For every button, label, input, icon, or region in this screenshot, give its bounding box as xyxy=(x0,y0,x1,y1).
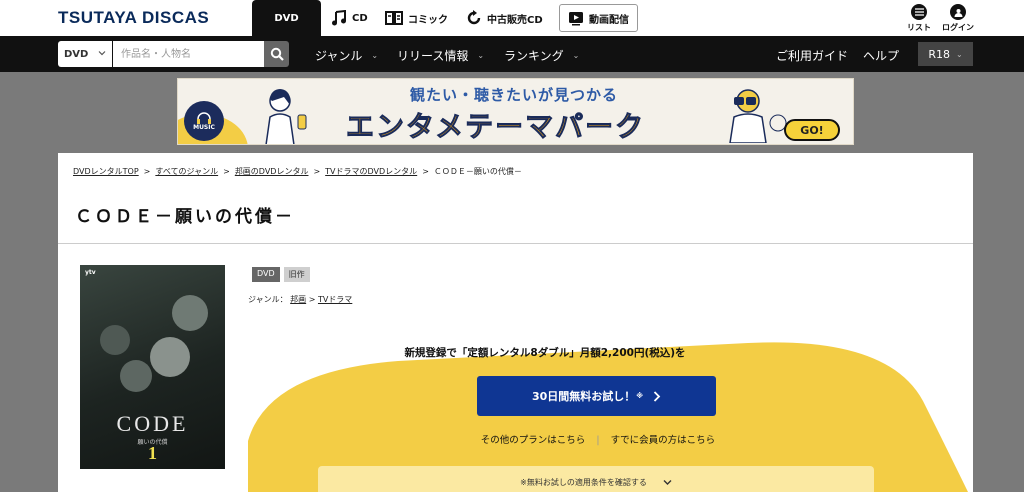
nav-guide-label: ご利用ガイド xyxy=(776,49,849,63)
tab-cd-label: CD xyxy=(352,12,368,24)
breadcrumb-current: ＣＯＤＥ－願いの代償－ xyxy=(433,167,522,176)
page-title: ＣＯＤＥ－願いの代償－ xyxy=(75,207,295,227)
cover-figure xyxy=(100,325,130,355)
breadcrumb-separator: > xyxy=(313,167,321,176)
breadcrumb-tv-drama[interactable]: TVドラマのDVDレンタル xyxy=(325,166,417,177)
headphones-icon xyxy=(197,111,211,124)
other-plans-link[interactable]: その他のプランはこちら xyxy=(481,435,586,446)
list-button[interactable]: リスト xyxy=(901,4,937,33)
breadcrumb-separator: > xyxy=(422,167,429,176)
free-trial-button[interactable]: 30日間無料お試し！ ※ xyxy=(477,376,716,416)
genre-separator: > xyxy=(308,295,316,304)
list-label: リスト xyxy=(907,23,931,32)
list-icon xyxy=(911,4,927,20)
book-icon xyxy=(385,11,403,25)
trial-conditions-label: ※無料お試しの適用条件を確認する xyxy=(520,477,647,487)
format-badge: DVD xyxy=(252,267,280,282)
nav-genre[interactable]: ジャンル ⌄ xyxy=(315,47,378,64)
cover-figure xyxy=(120,360,152,392)
genre-line: ジャンル： 邦画 > TVドラマ xyxy=(248,294,352,305)
cover-network-logo: ytv xyxy=(85,269,96,276)
recycle-icon xyxy=(467,10,481,25)
cover-figure xyxy=(150,337,190,377)
promo-area: 新規登録で「定額レンタル8ダブル」月額2,200円(税込)を 30日間無料お試し… xyxy=(248,321,973,492)
music-badge-label: MUSIC xyxy=(193,123,215,131)
genre-label: ジャンル： xyxy=(248,295,288,304)
trial-conditions-toggle[interactable]: ※無料お試しの適用条件を確認する xyxy=(318,466,874,492)
nav-ranking[interactable]: ランキング ⌄ xyxy=(504,47,579,64)
user-icon xyxy=(950,4,966,20)
search-category-value: DVD xyxy=(64,48,89,60)
cover-figure xyxy=(172,295,208,331)
breadcrumb-dvd-top[interactable]: DVDレンタルTOP xyxy=(73,166,139,177)
chevron-down-icon: ⌄ xyxy=(955,49,963,59)
status-badge: 旧作 xyxy=(283,267,310,282)
chevron-down-icon: ⌄ xyxy=(572,51,580,60)
search-button[interactable] xyxy=(264,41,289,67)
chevron-right-icon xyxy=(653,390,661,402)
breadcrumb-japanese-films[interactable]: 邦画のDVDレンタル xyxy=(235,166,309,177)
cover-volume: 1 xyxy=(148,443,157,463)
search-input[interactable] xyxy=(113,41,264,67)
tab-comic[interactable]: コミック xyxy=(385,0,448,36)
login-label: ログイン xyxy=(942,23,974,32)
banner-go-button[interactable]: GO! xyxy=(784,119,840,141)
nav-release-label: リリース情報 xyxy=(397,49,469,63)
nav-bar: DVD ジャンル ⌄ リリース情報 ⌄ ランキング ⌄ ご利用ガイド ヘルプ R… xyxy=(0,36,1024,72)
music-note-icon xyxy=(332,10,346,26)
link-separator: | xyxy=(596,435,600,446)
breadcrumb-separator: > xyxy=(223,167,230,176)
free-trial-note: ※ xyxy=(636,392,644,400)
banner-subtitle: 観たい・聴きたいが見つかる xyxy=(410,86,619,104)
member-link[interactable]: すでに会員の方はこちら xyxy=(611,435,716,446)
tab-streaming-label: 動画配信 xyxy=(589,14,629,26)
tab-dvd-label: DVD xyxy=(274,12,299,24)
tab-dvd[interactable]: DVD xyxy=(252,0,321,36)
nav-help-label: ヘルプ xyxy=(863,49,900,63)
divider xyxy=(58,243,973,244)
nav-genre-label: ジャンル xyxy=(315,49,363,63)
breadcrumb-all-genres[interactable]: すべてのジャンル xyxy=(155,166,218,177)
illustration-binoculars-icon xyxy=(729,89,787,143)
free-trial-label: 30日間無料お試し！ xyxy=(531,390,636,403)
promo-text: 新規登録で「定額レンタル8ダブル」月額2,200円(税込)を xyxy=(404,347,686,359)
chevron-down-icon xyxy=(98,51,106,56)
tab-used-cd[interactable]: 中古販売CD xyxy=(466,0,543,36)
nav-guide[interactable]: ご利用ガイド xyxy=(776,47,848,64)
login-button[interactable]: ログイン xyxy=(940,4,976,33)
tab-cd[interactable]: CD xyxy=(331,0,368,36)
chevron-down-icon: ⌄ xyxy=(371,51,379,60)
product-badges: DVD 旧作 xyxy=(252,267,310,282)
nav-release[interactable]: リリース情報 ⌄ xyxy=(397,47,484,64)
cover-title: CODE xyxy=(116,411,189,436)
tab-used-cd-label: 中古販売CD xyxy=(487,14,543,26)
r18-button[interactable]: R18 ⌄ xyxy=(918,42,973,66)
plan-links: その他のプランはこちら | すでに会員の方はこちら xyxy=(443,432,753,446)
top-header: TSUTAYA DISCAS DVD CD コミック 中古販売CD 動画配信 リ… xyxy=(0,0,1024,36)
breadcrumb: DVDレンタルTOP > すべてのジャンル > 邦画のDVDレンタル > TVド… xyxy=(73,166,522,177)
main-panel: DVDレンタルTOP > すべてのジャンル > 邦画のDVDレンタル > TVド… xyxy=(58,153,973,492)
search-icon xyxy=(270,47,284,61)
tab-comic-label: コミック xyxy=(408,14,448,26)
genre-link-japanese[interactable]: 邦画 xyxy=(290,295,306,304)
play-tv-icon xyxy=(569,11,583,25)
product-cover-image[interactable]: ytv CODE 願いの代償 1 xyxy=(80,265,225,469)
chevron-down-icon: ⌄ xyxy=(477,51,485,60)
chevron-down-icon xyxy=(663,479,672,485)
r18-label: R18 xyxy=(928,47,950,61)
promo-banner[interactable]: MUSIC 観たい・聴きたいが見つかる エンタメテーマパーク GO! xyxy=(177,78,854,145)
nav-ranking-label: ランキング xyxy=(504,49,564,63)
site-logo[interactable]: TSUTAYA DISCAS xyxy=(58,8,209,28)
music-badge: MUSIC xyxy=(184,101,224,141)
tab-streaming[interactable]: 動画配信 xyxy=(559,4,638,32)
search-category-select[interactable]: DVD xyxy=(58,41,112,67)
genre-link-tv-drama[interactable]: TVドラマ xyxy=(318,295,352,304)
illustration-person-icon xyxy=(265,89,307,144)
nav-help[interactable]: ヘルプ xyxy=(863,47,899,64)
breadcrumb-separator: > xyxy=(143,167,151,176)
banner-title: エンタメテーマパーク xyxy=(345,110,646,144)
